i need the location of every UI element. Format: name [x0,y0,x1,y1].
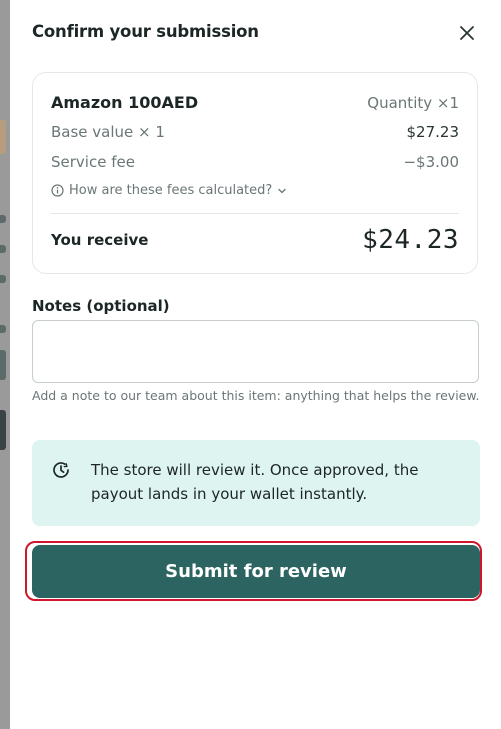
service-fee-label: Service fee [51,153,135,171]
submission-dialog: Confirm your submission Amazon 100AED Qu… [10,0,501,729]
info-icon [51,184,64,197]
fees-link-label: How are these fees calculated? [69,183,273,198]
background-fragment [0,245,6,253]
fees-explainer-toggle[interactable]: How are these fees calculated? [51,183,287,198]
service-fee-row: Service fee −$3.00 [51,153,459,171]
divider [51,213,459,214]
background-fragment [0,350,6,380]
receive-label: You receive [51,231,149,249]
background-fragment [0,120,6,154]
background-fragment [0,325,6,333]
background-fragment [0,275,6,283]
background-page [0,0,10,729]
notes-help-text: Add a note to our team about this item: … [32,388,480,403]
clock-check-icon [53,462,69,478]
chevron-down-icon [278,188,286,193]
notes-input[interactable] [32,320,479,383]
base-value-row: Base value × 1 $27.23 [51,123,459,141]
item-row: Amazon 100AED Quantity ×1 [51,93,459,112]
receive-amount: $24.23 [362,225,459,255]
base-value: $27.23 [406,123,460,141]
review-info-text: The store will review it. Once approved,… [91,461,419,503]
close-button[interactable] [456,22,478,44]
review-info-box: The store will review it. Once approved,… [32,440,480,526]
notes-label: Notes (optional) [32,297,170,315]
background-fragment [0,410,6,450]
background-fragment [0,215,6,223]
base-value-label: Base value × 1 [51,123,165,141]
service-fee-value: −$3.00 [403,153,459,171]
submit-for-review-button[interactable]: Submit for review [32,545,480,598]
summary-card: Amazon 100AED Quantity ×1 Base value × 1… [32,72,478,274]
item-name: Amazon 100AED [51,93,199,112]
receive-row: You receive $24.23 [51,223,459,257]
dialog-title: Confirm your submission [32,22,259,41]
quantity-label: Quantity ×1 [367,93,459,112]
close-icon [460,26,474,40]
